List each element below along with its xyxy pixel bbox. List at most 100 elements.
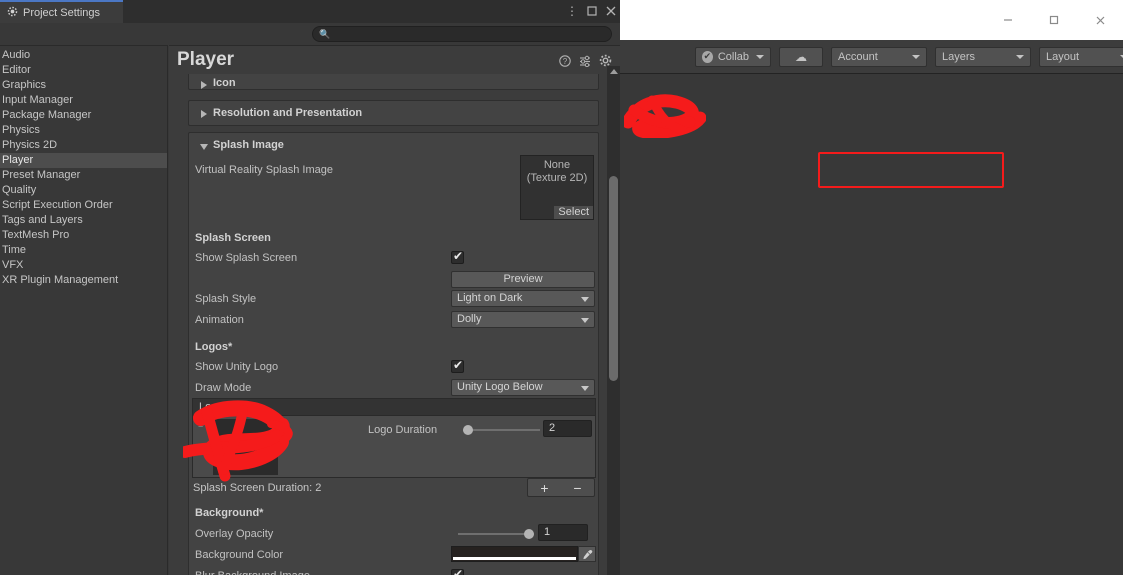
overlay-opacity-slider[interactable] — [458, 525, 534, 542]
sidebar-item-script-execution-order[interactable]: Script Execution Order — [0, 198, 167, 213]
scroll-up-arrow-icon[interactable] — [610, 69, 618, 74]
sidebar-item-textmesh-pro[interactable]: TextMesh Pro — [0, 228, 167, 243]
page-title: Player — [177, 49, 235, 70]
sidebar-item-quality[interactable]: Quality — [0, 183, 167, 198]
section-resolution-label: Resolution and Presentation — [213, 107, 363, 119]
draw-mode-dropdown[interactable]: Unity Logo Below — [451, 379, 595, 396]
account-button[interactable]: Account — [831, 46, 927, 67]
blur-background-checkbox[interactable] — [451, 567, 464, 575]
settings-sidebar: Audio Editor Graphics Input Manager Pack… — [0, 45, 168, 575]
slider-knob[interactable] — [463, 425, 473, 435]
show-unity-logo-checkbox[interactable] — [451, 358, 464, 373]
splash-style-dropdown[interactable]: Light on Dark — [451, 290, 595, 307]
sidebar-item-player[interactable]: Player — [0, 153, 167, 168]
gear-icon — [7, 6, 18, 20]
search-input[interactable]: 🔍 — [312, 26, 612, 42]
close-icon[interactable] — [606, 5, 616, 19]
layout-label: Layout — [1046, 50, 1080, 63]
sidebar-item-label: Input Manager — [2, 94, 73, 106]
sidebar-item-physics-2d[interactable]: Physics 2D — [0, 138, 167, 153]
preview-button[interactable]: Preview — [451, 271, 595, 288]
logo-duration-slider[interactable] — [463, 421, 540, 438]
sidebar-item-preset-manager[interactable]: Preset Manager — [0, 168, 167, 183]
sidebar-item-label: Physics — [2, 124, 40, 136]
sidebar-item-label: Physics 2D — [2, 139, 58, 151]
layout-button[interactable]: Layout — [1039, 46, 1123, 67]
help-icon[interactable]: ? — [559, 54, 571, 70]
background-color-field[interactable] — [451, 546, 578, 562]
sidebar-item-label: Quality — [2, 184, 37, 196]
logos-list-header: Logos — [192, 398, 596, 416]
background-color-label: Background Color — [195, 549, 284, 561]
animation-value: Dolly — [457, 313, 482, 325]
sidebar-item-label: Time — [2, 244, 27, 256]
search-icon: 🔍 — [319, 29, 331, 39]
remove-logo-button[interactable]: − — [573, 480, 581, 496]
vr-splash-select-button[interactable]: Select — [554, 206, 593, 219]
sidebar-item-label: Package Manager — [2, 109, 92, 121]
sidebar-item-package-manager[interactable]: Package Manager — [0, 108, 167, 123]
collab-button[interactable]: ✔ Collab — [695, 46, 771, 67]
eyedropper-icon[interactable] — [578, 546, 596, 562]
logos-list-add-remove: + − — [527, 478, 595, 497]
logo-duration-input[interactable]: 2 — [543, 420, 592, 437]
overlay-opacity-label: Overlay Opacity — [195, 528, 274, 540]
maximize-icon[interactable] — [1031, 0, 1077, 40]
section-splash-image-label: Splash Image — [213, 139, 284, 151]
color-alpha-bar — [453, 557, 576, 560]
chevron-down-icon — [912, 54, 920, 59]
cloud-button[interactable]: ☁ — [779, 46, 823, 67]
tab-project-settings[interactable]: Project Settings — [0, 0, 123, 23]
project-settings-search-bar: 🔍 — [0, 23, 620, 45]
layers-button[interactable]: Layers — [935, 46, 1031, 67]
account-label: Account — [838, 50, 878, 63]
close-icon[interactable] — [1077, 0, 1123, 40]
add-logo-button[interactable]: + — [540, 480, 548, 496]
sidebar-item-tags-and-layers[interactable]: Tags and Layers — [0, 213, 167, 228]
player-panel-scrollbar[interactable] — [607, 66, 620, 575]
animation-label: Animation — [195, 314, 244, 326]
overlay-opacity-input[interactable]: 1 — [538, 524, 588, 541]
logo-thumbnail[interactable] — [213, 419, 278, 475]
animation-dropdown[interactable]: Dolly — [451, 311, 595, 328]
sidebar-item-label: Audio — [2, 49, 31, 61]
kebab-menu-icon[interactable]: ⋮ — [566, 5, 578, 17]
unity-editor-window: ✔ Collab ☁ Account Layers Layout ⋮ ⋮ — [620, 0, 1123, 575]
window-controls — [985, 0, 1123, 40]
unity-title-bar — [620, 0, 1123, 40]
sidebar-item-vfx[interactable]: VFX — [0, 258, 167, 273]
preset-icon[interactable] — [579, 55, 591, 70]
draw-mode-label: Draw Mode — [195, 382, 252, 394]
splash-style-label: Splash Style — [195, 293, 257, 305]
sidebar-item-audio[interactable]: Audio — [0, 48, 167, 63]
sidebar-item-time[interactable]: Time — [0, 243, 167, 258]
section-icon[interactable]: Icon — [188, 74, 599, 90]
sidebar-item-input-manager[interactable]: Input Manager — [0, 93, 167, 108]
vr-splash-value-line1: None — [543, 159, 571, 171]
reorder-handle[interactable]: ≡ — [198, 421, 203, 430]
section-resolution[interactable]: Resolution and Presentation — [188, 100, 599, 126]
show-splash-screen-checkbox[interactable] — [451, 249, 464, 264]
svg-text:?: ? — [563, 57, 568, 66]
sidebar-item-editor[interactable]: Editor — [0, 63, 167, 78]
maximize-icon[interactable] — [587, 5, 597, 19]
slider-knob[interactable] — [524, 529, 534, 539]
scrollbar-thumb[interactable] — [609, 176, 618, 381]
section-splash-image: Splash Image Virtual Reality Splash Imag… — [188, 132, 599, 575]
vr-splash-value-line2: (Texture 2D) — [526, 172, 588, 184]
collab-label: Collab — [717, 50, 749, 63]
vr-splash-object-field[interactable]: None (Texture 2D) Select — [520, 155, 594, 220]
logos-header: Logos* — [195, 341, 233, 353]
section-icon-label: Icon — [213, 77, 236, 89]
minimize-icon[interactable] — [985, 0, 1031, 40]
sidebar-item-label: Editor — [2, 64, 31, 76]
player-settings-panel: Player ? Icon Resolution and Presentatio… — [169, 45, 620, 575]
sidebar-item-physics[interactable]: Physics — [0, 123, 167, 138]
chevron-down-icon[interactable] — [200, 144, 208, 150]
vr-splash-label: Virtual Reality Splash Image — [195, 164, 333, 176]
layers-label: Layers — [942, 50, 976, 63]
project-settings-tab-label: Project Settings — [23, 6, 101, 19]
sidebar-item-graphics[interactable]: Graphics — [0, 78, 167, 93]
splash-screen-duration-text: Splash Screen Duration: 2 — [193, 482, 322, 494]
sidebar-item-xr-plugin-management[interactable]: XR Plugin Management — [0, 273, 167, 288]
